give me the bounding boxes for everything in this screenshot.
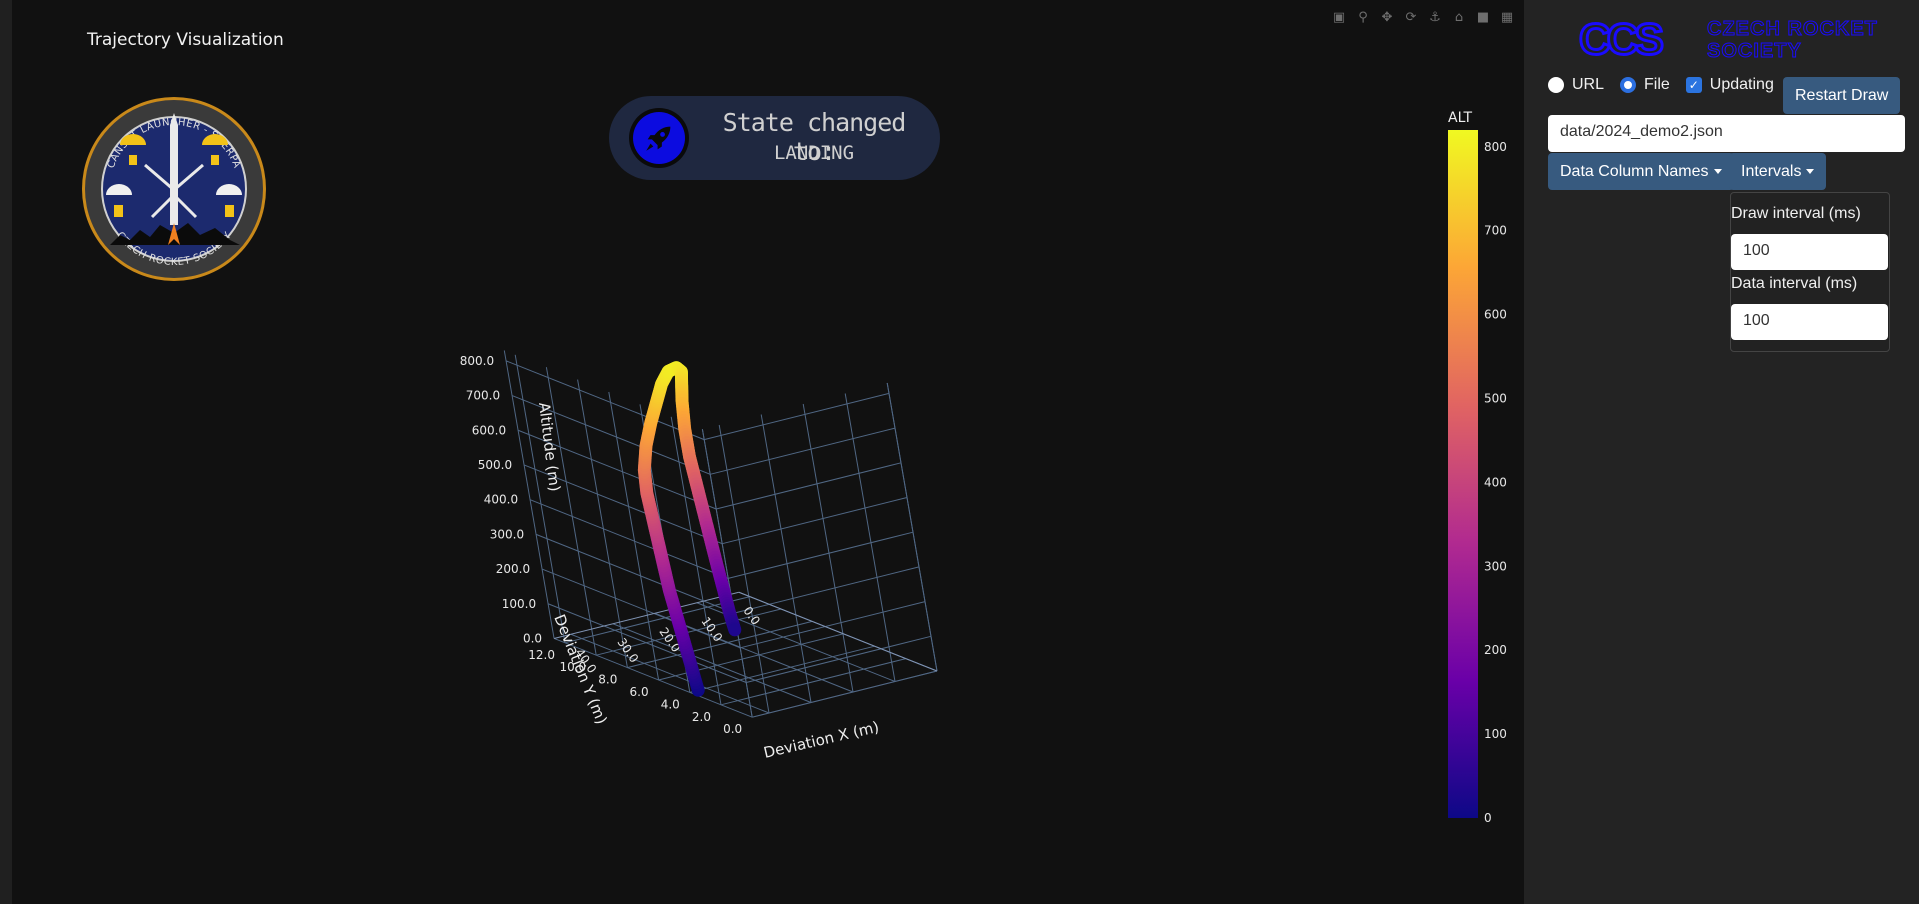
z-tick-label: 800.0 xyxy=(460,354,494,368)
y-tick-label: 0.0 xyxy=(723,722,742,736)
y-tick-label: 4.0 xyxy=(661,697,680,711)
caret-down-icon xyxy=(1806,169,1815,174)
draw-interval-label: Draw interval (ms) xyxy=(1731,205,1861,222)
grid-line xyxy=(844,393,896,682)
colorbar-tick-label: 500 xyxy=(1484,391,1507,405)
y-tick-label: 8.0 xyxy=(598,673,617,687)
z-tick-label: 500.0 xyxy=(478,458,512,472)
trajectory-points xyxy=(637,361,742,697)
url-radio[interactable] xyxy=(1548,77,1564,93)
grid-line xyxy=(716,462,902,510)
logo-letters: CCS xyxy=(1579,15,1663,60)
colorbar-tick-label: 200 xyxy=(1484,643,1507,657)
grid-line xyxy=(710,427,896,475)
draw-interval-input[interactable]: 100 xyxy=(1731,234,1888,270)
data-column-names-dropdown[interactable]: Data Column Names xyxy=(1548,153,1734,190)
colorbar-tick-label: 800 xyxy=(1484,140,1507,154)
grid-line xyxy=(704,392,890,441)
grid-line xyxy=(802,403,854,693)
grid-line xyxy=(734,566,920,614)
colorbar-title: ALT xyxy=(1448,110,1472,126)
colorbar-tick-label: 300 xyxy=(1484,559,1507,573)
logo-text-line2: SOCIETY xyxy=(1707,40,1802,60)
intervals-menu: Draw interval (ms) 100 Data interval (ms… xyxy=(1730,192,1890,352)
data-interval-input[interactable]: 100 xyxy=(1731,304,1888,340)
grid-line xyxy=(728,531,914,579)
colorbar-tick-label: 0 xyxy=(1484,811,1492,825)
grid-line xyxy=(689,645,875,693)
updating-checkbox[interactable]: ✓ xyxy=(1685,77,1702,93)
colorbar-gradient xyxy=(1448,130,1478,818)
z-tick-label: 300.0 xyxy=(490,527,524,541)
y-tick-label: 6.0 xyxy=(630,685,649,699)
grid-line xyxy=(740,601,926,649)
z-tick-label: 600.0 xyxy=(472,423,506,437)
colorbar-tick-label: 700 xyxy=(1484,224,1507,238)
y-tick-label: 2.0 xyxy=(692,710,711,724)
data-column-names-label: Data Column Names xyxy=(1560,162,1709,180)
y-tick-label: 12.0 xyxy=(528,648,555,662)
caret-down-icon xyxy=(1713,169,1722,174)
trajectory-3d-plot[interactable]: 0.0 100.0 200.0 300.0 400.0 500.0 600.0 700.0 80… xyxy=(0,0,1524,904)
control-sidebar: CCS CZECH ROCKET SOCIETY URL File ✓ Upda… xyxy=(1524,0,1919,904)
grid-line xyxy=(752,670,938,718)
colorbar: 0 100 200 300 400 500 600 700 800 xyxy=(1448,130,1507,825)
colorbar-tick-label: 600 xyxy=(1484,308,1507,322)
file-radio-label: File xyxy=(1644,76,1670,93)
source-controls: URL File ✓ Updating xyxy=(1548,76,1790,94)
z-tick-label: 200.0 xyxy=(496,562,530,576)
x-axis-title: Deviation X (m) xyxy=(762,718,881,762)
trajectory-point xyxy=(728,623,742,637)
grid-line xyxy=(760,414,812,703)
file-path-input[interactable]: data/2024_demo2.json xyxy=(1548,115,1905,152)
updating-label: Updating xyxy=(1709,76,1774,93)
colorbar-tick-label: 400 xyxy=(1484,475,1507,489)
z-tick-label: 100.0 xyxy=(502,597,536,611)
z-tick-label: 0.0 xyxy=(523,631,542,645)
z-tick-label: 400.0 xyxy=(484,493,518,507)
file-radio[interactable] xyxy=(1620,77,1637,93)
czech-rocket-society-logo: CCS CZECH ROCKET SOCIETY xyxy=(1579,14,1878,60)
intervals-label: Intervals xyxy=(1741,162,1802,180)
intervals-dropdown[interactable]: Intervals xyxy=(1729,153,1827,190)
z-tick-label: 700.0 xyxy=(466,389,500,403)
url-radio-label: URL xyxy=(1572,76,1605,93)
data-interval-label: Data interval (ms) xyxy=(1731,275,1858,292)
logo-text-line1: CZECH ROCKET xyxy=(1707,18,1878,40)
grid-line xyxy=(886,382,938,672)
x-tick-label: 0.0 xyxy=(740,604,762,628)
grid-line xyxy=(722,497,908,545)
colorbar-tick-label: 100 xyxy=(1484,727,1507,741)
restart-draw-button[interactable]: Restart Draw xyxy=(1783,77,1901,114)
grid-line xyxy=(577,379,628,668)
